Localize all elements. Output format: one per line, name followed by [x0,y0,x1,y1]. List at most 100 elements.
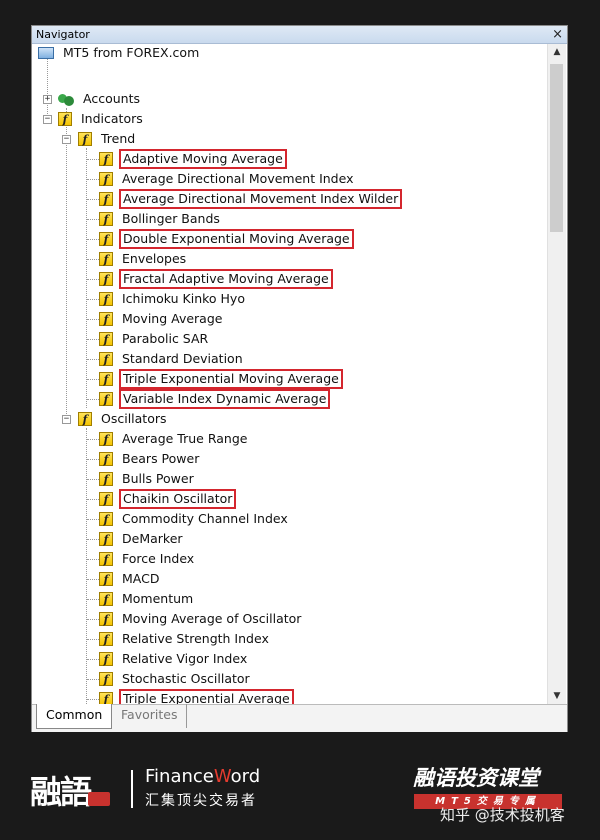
accounts-label: Accounts [83,91,140,106]
scroll-down-icon[interactable]: ▼ [548,688,566,704]
tree-guide [87,159,99,160]
tree-guide [87,559,99,560]
indicator-item[interactable]: f Force Index [99,549,197,569]
tab-favorites[interactable]: Favorites [112,704,188,728]
indicator-icon: f [99,452,113,466]
indicator-icon: f [99,152,113,166]
tree-guide [87,479,99,480]
vertical-scrollbar[interactable]: ▲ ▼ [547,44,566,704]
indicator-item[interactable]: f Ichimoku Kinko Hyo [99,289,248,309]
indicator-label: Moving Average [122,311,223,326]
indicator-item[interactable]: f Double Exponential Moving Average [99,229,354,249]
indicator-item[interactable]: f Relative Vigor Index [99,649,250,669]
tree-oscillators[interactable]: f Oscillators [78,409,170,429]
tree-guide [87,399,99,400]
indicator-item[interactable]: f Chaikin Oscillator [99,489,237,509]
indicator-label: MACD [122,571,160,586]
indicator-item[interactable]: f Variable Index Dynamic Average [99,389,331,409]
indicator-label: Moving Average of Oscillator [122,611,302,626]
tree-guide [87,699,99,700]
server-icon [38,47,54,59]
indicator-item[interactable]: f Stochastic Oscillator [99,669,253,689]
indicator-icon: f [99,592,113,606]
indicator-label: Double Exponential Moving Average [119,229,354,249]
indicator-item[interactable]: f DeMarker [99,529,186,549]
tree-guide [87,219,99,220]
tree-guide [87,539,99,540]
indicator-item[interactable]: f Average True Range [99,429,250,449]
indicator-icon: f [99,432,113,446]
indicator-icon: f [99,532,113,546]
indicator-icon: f [99,392,113,406]
tree-guide [87,239,99,240]
indicator-item[interactable]: f Standard Deviation [99,349,246,369]
tree-accounts[interactable]: Accounts [58,89,143,109]
indicator-item[interactable]: f Relative Strength Index [99,629,272,649]
indicator-item[interactable]: f Fractal Adaptive Moving Average [99,269,333,289]
indicator-item[interactable]: f Adaptive Moving Average [99,149,287,169]
indicator-label: Bulls Power [122,471,194,486]
indicator-item[interactable]: f MACD [99,569,162,589]
tree-guide [87,519,99,520]
indicator-icon: f [99,352,113,366]
tree-guide [87,639,99,640]
indicator-icon: f [99,612,113,626]
indicator-item[interactable]: f Average Directional Movement Index Wild… [99,189,403,209]
trend-label: Trend [101,131,136,146]
tab-common[interactable]: Common [36,704,113,729]
indicator-icon: f [99,472,113,486]
indicator-label: Fractal Adaptive Moving Average [119,269,333,289]
indicator-icon: f [99,252,113,266]
tree-guide [87,319,99,320]
indicator-icon: f [99,572,113,586]
tree-guide [66,108,67,418]
tree-guide [87,179,99,180]
trend-collapse-icon[interactable]: − [62,135,71,144]
indicators-label: Indicators [81,111,143,126]
indicator-icon: f [99,692,113,704]
tree-indicators[interactable]: f Indicators [58,109,146,129]
indicator-icon: f [99,292,113,306]
indicator-item[interactable]: f Parabolic SAR [99,329,211,349]
indicator-label: Momentum [122,591,194,606]
brand-logo: 融語 [30,773,92,811]
tree-trend[interactable]: f Trend [78,129,138,149]
indicator-label: Variable Index Dynamic Average [119,389,331,409]
accounts-expand-icon[interactable]: + [43,95,52,104]
indicator-item[interactable]: f Average Directional Movement Index [99,169,356,189]
indicator-item[interactable]: f Commodity Channel Index [99,509,291,529]
indicator-item[interactable]: f Moving Average [99,309,225,329]
tree-root[interactable]: MT5 from FOREX.com [38,44,202,63]
close-icon[interactable]: × [552,28,563,41]
indicators-collapse-icon[interactable]: − [43,115,52,124]
tree-guide [87,579,99,580]
tree-guide [87,659,99,660]
indicator-item[interactable]: f Triple Exponential Average [99,689,294,704]
tree-guide [87,439,99,440]
indicator-label: Bollinger Bands [122,211,220,226]
indicator-label: Triple Exponential Moving Average [119,369,343,389]
indicator-item[interactable]: f Moving Average of Oscillator [99,609,304,629]
indicator-icon: f [99,272,113,286]
indicator-icon: f [99,232,113,246]
course-title: 融语投资课堂 [413,766,539,790]
scroll-thumb[interactable] [550,64,563,232]
tree-guide [87,599,99,600]
indicator-folder-icon: f [58,112,72,126]
tree-guide [87,679,99,680]
oscillators-collapse-icon[interactable]: − [62,415,71,424]
indicator-item[interactable]: f Triple Exponential Moving Average [99,369,343,389]
indicator-item[interactable]: f Bears Power [99,449,202,469]
scroll-up-icon[interactable]: ▲ [548,44,566,60]
tree-guide [86,148,87,408]
indicator-label: Average True Range [122,431,248,446]
indicator-item[interactable]: f Envelopes [99,249,189,269]
indicator-item[interactable]: f Momentum [99,589,196,609]
title-bar: Navigator × [32,26,567,44]
indicator-icon: f [99,372,113,386]
window-title: Navigator [36,28,90,41]
indicator-icon: f [99,212,113,226]
indicator-label: Average Directional Movement Index [122,171,354,186]
indicator-item[interactable]: f Bulls Power [99,469,197,489]
indicator-item[interactable]: f Bollinger Bands [99,209,223,229]
